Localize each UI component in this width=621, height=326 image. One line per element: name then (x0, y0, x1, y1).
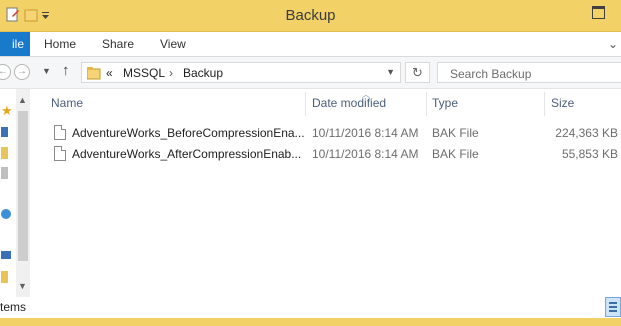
address-dropdown-icon[interactable]: ▼ (386, 67, 395, 77)
column-divider[interactable] (305, 92, 306, 116)
up-arrow-icon[interactable]: ↑ (62, 62, 70, 79)
search-box[interactable] (437, 62, 621, 83)
recent-places-icon[interactable] (1, 167, 8, 179)
file-size: 224,363 KB (555, 126, 618, 140)
breadcrumb-backup[interactable]: Backup (183, 66, 223, 80)
breadcrumb-overflow[interactable]: « (106, 66, 113, 80)
file-name: AdventureWorks_AfterCompressionEnab... (72, 147, 302, 161)
details-view-icon[interactable] (605, 297, 621, 317)
column-header-date-modified[interactable]: Date modified (312, 96, 386, 110)
column-divider[interactable] (426, 92, 427, 116)
title-bar: Backup (0, 0, 621, 32)
scrollbar-thumb[interactable] (18, 111, 28, 261)
scroll-up-icon[interactable]: ▲ (18, 95, 27, 105)
navigation-pane-scrollbar[interactable]: ▲ ▼ (16, 89, 30, 297)
folder-icon (86, 66, 101, 80)
tab-view[interactable]: View (160, 37, 186, 51)
file-date-modified: 10/11/2016 8:14 AM (312, 126, 419, 140)
ribbon: ile Home Share View ⌄ (0, 32, 621, 57)
downloads-folder-icon[interactable] (1, 147, 8, 159)
recent-dropdown-icon[interactable]: ▼ (42, 66, 51, 76)
window-title: Backup (285, 7, 336, 24)
tab-home[interactable]: Home (44, 37, 76, 51)
search-input[interactable] (448, 64, 621, 83)
file-name: AdventureWorks_BeforeCompressionEna... (72, 126, 305, 140)
address-bar[interactable]: « MSSQL › Backup ▼ (81, 62, 401, 83)
column-headers: Name ︿ Date modified Type Size (30, 89, 621, 119)
file-type: BAK File (432, 126, 479, 140)
file-date-modified: 10/11/2016 8:14 AM (312, 147, 419, 161)
library-folder-icon[interactable] (1, 271, 8, 283)
favorites-star-icon[interactable]: ★ (1, 103, 13, 118)
forward-icon[interactable]: → (14, 64, 30, 80)
back-icon[interactable]: ← (0, 64, 11, 80)
status-bar: tems (0, 297, 621, 318)
breadcrumb-separator-icon[interactable]: › (169, 66, 173, 80)
file-size: 55,853 KB (561, 147, 618, 161)
desktop-icon[interactable] (1, 127, 8, 137)
column-divider[interactable] (544, 92, 545, 116)
tab-share[interactable]: Share (102, 37, 134, 51)
navigation-pane: ★ (0, 89, 16, 297)
file-type: BAK File (432, 147, 479, 161)
expand-ribbon-chevron-icon[interactable]: ⌄ (608, 37, 618, 51)
breadcrumb-mssql[interactable]: MSSQL (123, 66, 165, 80)
maximize-icon[interactable] (592, 6, 605, 19)
homegroup-icon[interactable] (1, 209, 11, 219)
computer-icon[interactable] (1, 251, 11, 259)
file-icon (54, 146, 66, 161)
window-border (0, 318, 621, 326)
navigation-bar: ← → ▼ ↑ « MSSQL › Backup ▼ ↻ (0, 57, 621, 89)
file-row[interactable]: AdventureWorks_AfterCompressionEnab... 1… (50, 144, 621, 164)
refresh-icon[interactable]: ↻ (405, 62, 430, 83)
column-header-name[interactable]: Name (51, 96, 83, 110)
scroll-down-icon[interactable]: ▼ (18, 281, 27, 291)
item-count: tems (0, 300, 27, 314)
tab-file[interactable]: ile (0, 32, 30, 56)
column-header-type[interactable]: Type (432, 96, 458, 110)
column-header-size[interactable]: Size (551, 96, 574, 110)
file-row[interactable]: AdventureWorks_BeforeCompressionEna... 1… (50, 123, 621, 143)
file-icon (54, 125, 66, 140)
